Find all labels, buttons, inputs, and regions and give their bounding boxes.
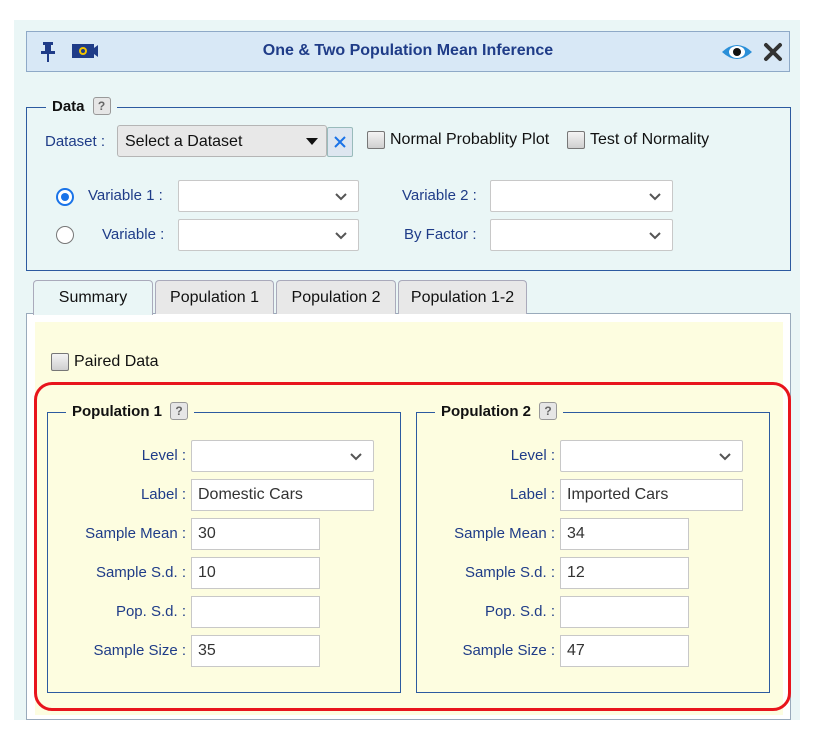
- p2-popsd-input[interactable]: [560, 596, 689, 628]
- close-icon[interactable]: [763, 42, 783, 67]
- p1-popsd-label: Pop. S.d. :: [115, 603, 186, 620]
- tab-summary[interactable]: Summary: [33, 280, 153, 315]
- title-bar: One & Two Population Mean Inference: [26, 31, 790, 72]
- normality-test-label: Test of Normality: [590, 131, 710, 148]
- population2-legend-label: Population 2: [441, 402, 531, 420]
- paired-data-checkbox[interactable]: [51, 353, 69, 371]
- normality-test-checkbox[interactable]: [567, 131, 585, 149]
- variable-select[interactable]: [178, 219, 359, 251]
- p2-label-label: Label :: [509, 486, 555, 503]
- p2-label-input[interactable]: Imported Cars: [560, 479, 743, 511]
- x-icon: [334, 136, 346, 148]
- p2-sd-input[interactable]: 12: [560, 557, 689, 589]
- paired-data-label: Paired Data: [74, 353, 159, 370]
- dataset-select[interactable]: Select a Dataset: [117, 125, 327, 157]
- p2-popsd-label: Pop. S.d. :: [484, 603, 555, 620]
- by-factor-select[interactable]: [490, 219, 673, 251]
- p2-size-input[interactable]: 47: [560, 635, 689, 667]
- variable-radio[interactable]: [56, 226, 74, 244]
- p2-sd-label: Sample S.d. :: [464, 564, 555, 581]
- dataset-select-value: Select a Dataset: [125, 133, 243, 150]
- p2-level-label: Level :: [510, 447, 555, 464]
- p1-level-select[interactable]: [191, 440, 374, 472]
- p1-popsd-input[interactable]: [191, 596, 320, 628]
- p1-mean-label: Sample Mean :: [85, 525, 186, 542]
- chevron-down-icon: [648, 229, 662, 247]
- chevron-down-icon: [334, 229, 348, 247]
- tab-population-1[interactable]: Population 1: [155, 280, 274, 314]
- chevron-down-icon: [349, 450, 363, 468]
- window-title: One & Two Population Mean Inference: [262, 42, 554, 59]
- p1-size-input[interactable]: 35: [191, 635, 320, 667]
- variable1-radio[interactable]: [56, 188, 74, 206]
- p2-mean-input[interactable]: 34: [560, 518, 689, 550]
- normal-plot-label: Normal Probablity Plot: [390, 131, 550, 148]
- tab-population-1-2[interactable]: Population 1-2: [398, 280, 527, 314]
- population1-help-button[interactable]: ?: [170, 402, 188, 420]
- data-legend: Data ?: [46, 97, 117, 115]
- by-factor-label: By Factor :: [404, 226, 477, 243]
- population2-legend: Population 2 ?: [435, 402, 563, 420]
- clear-dataset-button[interactable]: [327, 127, 353, 157]
- data-help-button[interactable]: ?: [92, 97, 111, 115]
- normal-plot-checkbox[interactable]: [367, 131, 385, 149]
- chevron-down-icon: [334, 190, 348, 208]
- population2-help-button[interactable]: ?: [539, 402, 557, 420]
- p1-size-label: Sample Size :: [93, 642, 186, 659]
- p1-sd-input[interactable]: 10: [191, 557, 320, 589]
- tab-population-2[interactable]: Population 2: [276, 280, 396, 314]
- p2-mean-label: Sample Mean :: [454, 525, 555, 542]
- p1-label-label: Label :: [140, 486, 186, 503]
- p1-label-input[interactable]: Domestic Cars: [191, 479, 374, 511]
- population1-legend: Population 1 ?: [66, 402, 194, 420]
- p1-mean-input[interactable]: 30: [191, 518, 320, 550]
- data-legend-label: Data: [52, 97, 85, 115]
- variable2-label: Variable 2 :: [402, 187, 477, 204]
- chevron-down-icon: [648, 190, 662, 208]
- dropdown-triangle-icon: [306, 138, 318, 145]
- p2-size-label: Sample Size :: [462, 642, 555, 659]
- variable2-select[interactable]: [490, 180, 673, 212]
- p2-level-select[interactable]: [560, 440, 743, 472]
- variable1-select[interactable]: [178, 180, 359, 212]
- variable1-label: Variable 1 :: [88, 187, 163, 204]
- variable-label: Variable :: [102, 226, 165, 243]
- eye-icon[interactable]: [721, 42, 753, 67]
- chevron-down-icon: [718, 450, 732, 468]
- p1-sd-label: Sample S.d. :: [95, 564, 186, 581]
- population1-legend-label: Population 1: [72, 402, 162, 420]
- p1-level-label: Level :: [141, 447, 186, 464]
- dataset-label: Dataset :: [45, 133, 106, 150]
